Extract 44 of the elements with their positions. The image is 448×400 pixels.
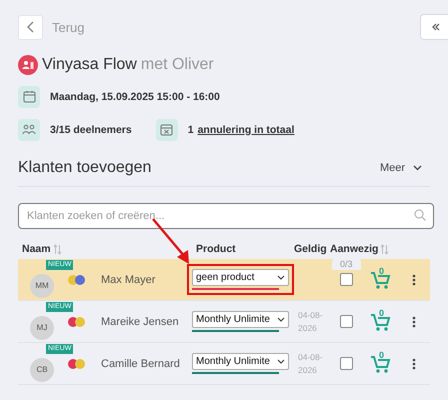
search-field[interactable]: Klanten zoeken of creëren... (18, 203, 434, 229)
product-dropdown[interactable]: geen product (192, 269, 289, 286)
avatar: MJ (30, 316, 54, 340)
first-page-button[interactable] (420, 14, 448, 40)
product-dropdown[interactable]: Monthly Unlimite (192, 353, 289, 370)
attendance-checkbox[interactable] (340, 315, 353, 328)
valid-until: 04-08-2026 (298, 308, 324, 334)
search-icon (414, 209, 426, 221)
chevron-left-icon (26, 21, 34, 33)
column-header: Geldig (294, 243, 328, 255)
back-button[interactable] (18, 14, 43, 40)
more-options-icon[interactable] (412, 358, 416, 370)
column-header: Product (196, 243, 237, 255)
double-chevron-left-icon (431, 22, 441, 32)
person-icon (18, 55, 38, 75)
product-dropdown[interactable]: Monthly Unlimite (192, 311, 289, 328)
attendance-checkbox[interactable] (340, 357, 353, 370)
caret-icon (277, 317, 285, 322)
caret-icon (277, 275, 285, 280)
class-title: Vinyasa Flow (42, 56, 137, 74)
caret-icon (277, 359, 285, 364)
column-header[interactable]: Aanwezig (330, 243, 378, 255)
more-dropdown[interactable]: Meer (380, 162, 430, 174)
attendance-checkbox[interactable] (340, 273, 353, 286)
more-options-icon[interactable] (412, 274, 416, 286)
more-options-icon[interactable] (412, 316, 416, 328)
participants-count: 3/15 deelnemers (50, 124, 132, 136)
calendar-icon (18, 86, 40, 108)
cancelled-calendar-icon (156, 118, 178, 140)
valid-until: 04-08-2026 (298, 350, 324, 376)
cancellation-link[interactable]: annulering in totaal (198, 124, 294, 136)
client-name[interactable]: Mareike Jensen (101, 316, 193, 328)
client-name[interactable]: Camille Bernard (101, 358, 193, 370)
column-header[interactable]: Naam (22, 243, 51, 255)
avatar: CB (30, 358, 54, 382)
avatar: MM (30, 274, 54, 298)
attendance-count: 0/3 (332, 258, 361, 270)
people-icon (18, 118, 40, 140)
chevron-down-icon (413, 165, 422, 171)
client-name[interactable]: Max Mayer (101, 274, 193, 286)
section-title: Klanten toevoegen (18, 159, 152, 177)
class-date: Maandag, 15.09.2025 15:00 - 16:00 (50, 90, 220, 102)
cancellation-count: 1 (188, 124, 194, 136)
teacher-name: met Oliver (140, 56, 214, 74)
